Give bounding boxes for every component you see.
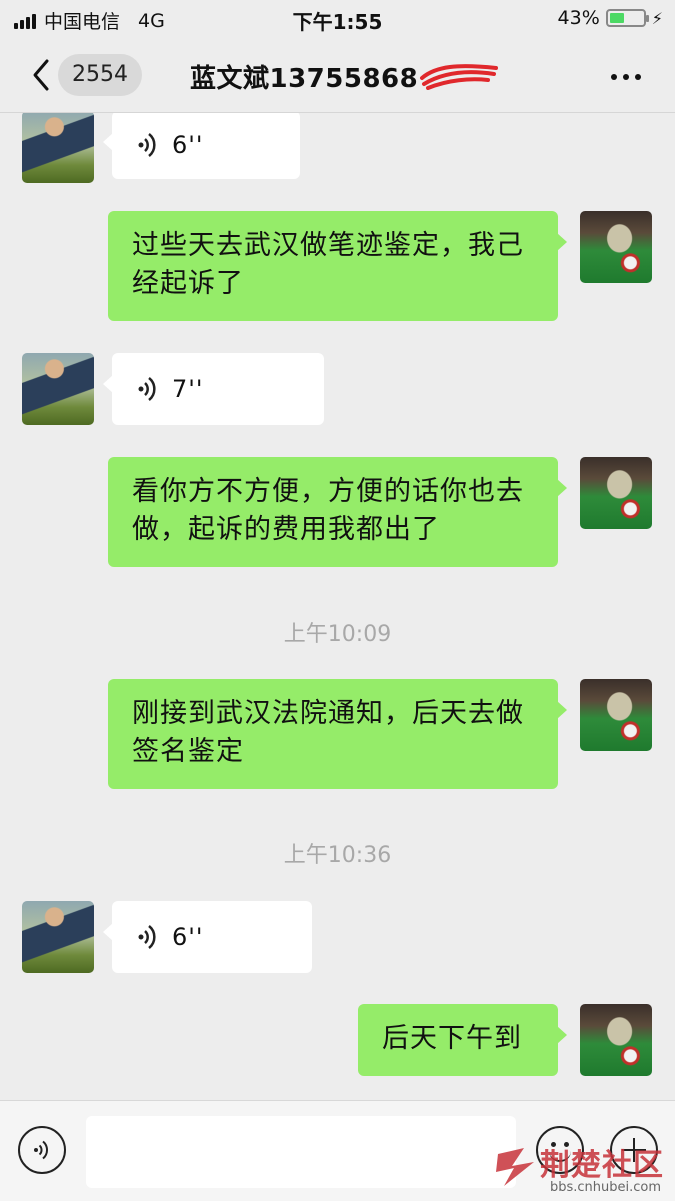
message-text: 后天下午到 <box>382 1023 522 1054</box>
message-text: 看你方不方便，方便的话你也去做，起诉的费用我都出了 <box>132 476 524 545</box>
my-avatar[interactable] <box>580 679 652 751</box>
voice-duration: 7'' <box>172 375 204 403</box>
text-message[interactable]: 过些天去武汉做笔迹鉴定，我己经起诉了 <box>108 211 567 321</box>
timestamp: 上午10:09 <box>283 622 392 647</box>
message-text: 刚接到武汉法院通知，后天去做签名鉴定 <box>132 698 524 767</box>
back-button[interactable] <box>26 56 56 94</box>
watermark-name: 荆楚社区 <box>540 1148 664 1183</box>
voice-message[interactable]: 6'' <box>103 113 300 179</box>
watermark-logo <box>496 1148 534 1186</box>
text-message[interactable]: 看你方不方便，方便的话你也去做，起诉的费用我都出了 <box>108 457 567 567</box>
unread-count-badge[interactable]: 2554 <box>58 54 142 96</box>
chat-header: 2554 蓝文斌13755868 <box>0 38 675 113</box>
redaction-scribble <box>420 64 498 90</box>
message-input[interactable] <box>86 1116 516 1188</box>
watermark-url: bbs.cnhubei.com <box>550 1180 662 1195</box>
status-bar: 中国电信 4G 下午1:55 43% ⚡ <box>0 0 675 38</box>
more-options-button[interactable] <box>611 74 641 80</box>
message-list[interactable]: 6'' 过些天去武汉做笔迹鉴定，我己经起诉了 7'' 看你方不方便，方便的话你也… <box>0 113 675 1100</box>
site-watermark: 荆楚社区 bbs.cnhubei.com <box>494 1140 675 1200</box>
voice-wave-icon <box>138 133 156 157</box>
contact-avatar[interactable] <box>22 353 94 425</box>
chat-title: 蓝文斌13755868 <box>190 64 419 94</box>
my-avatar[interactable] <box>580 1004 652 1076</box>
message-text: 过些天去武汉做笔迹鉴定，我己经起诉了 <box>132 230 524 299</box>
battery-icon <box>605 9 649 27</box>
voice-duration: 6'' <box>172 131 204 159</box>
voice-message[interactable]: 7'' <box>103 353 324 425</box>
my-avatar[interactable] <box>580 457 652 529</box>
text-message[interactable]: 刚接到武汉法院通知，后天去做签名鉴定 <box>108 679 567 789</box>
timestamp: 上午10:36 <box>283 843 392 868</box>
voice-message[interactable]: 6'' <box>103 901 312 973</box>
contact-avatar[interactable] <box>22 113 94 183</box>
chevron-left-icon <box>33 59 49 91</box>
contact-avatar[interactable] <box>22 901 94 973</box>
charging-bolt-icon: ⚡ <box>651 8 663 28</box>
voice-wave-icon <box>138 377 156 401</box>
voice-input-button[interactable] <box>18 1126 66 1174</box>
text-message[interactable]: 后天下午到 <box>358 1004 567 1076</box>
voice-wave-icon <box>138 925 156 949</box>
battery-percent: 43% <box>557 7 600 29</box>
voice-input-icon <box>34 1140 49 1160</box>
voice-duration: 6'' <box>172 923 204 951</box>
my-avatar[interactable] <box>580 211 652 283</box>
